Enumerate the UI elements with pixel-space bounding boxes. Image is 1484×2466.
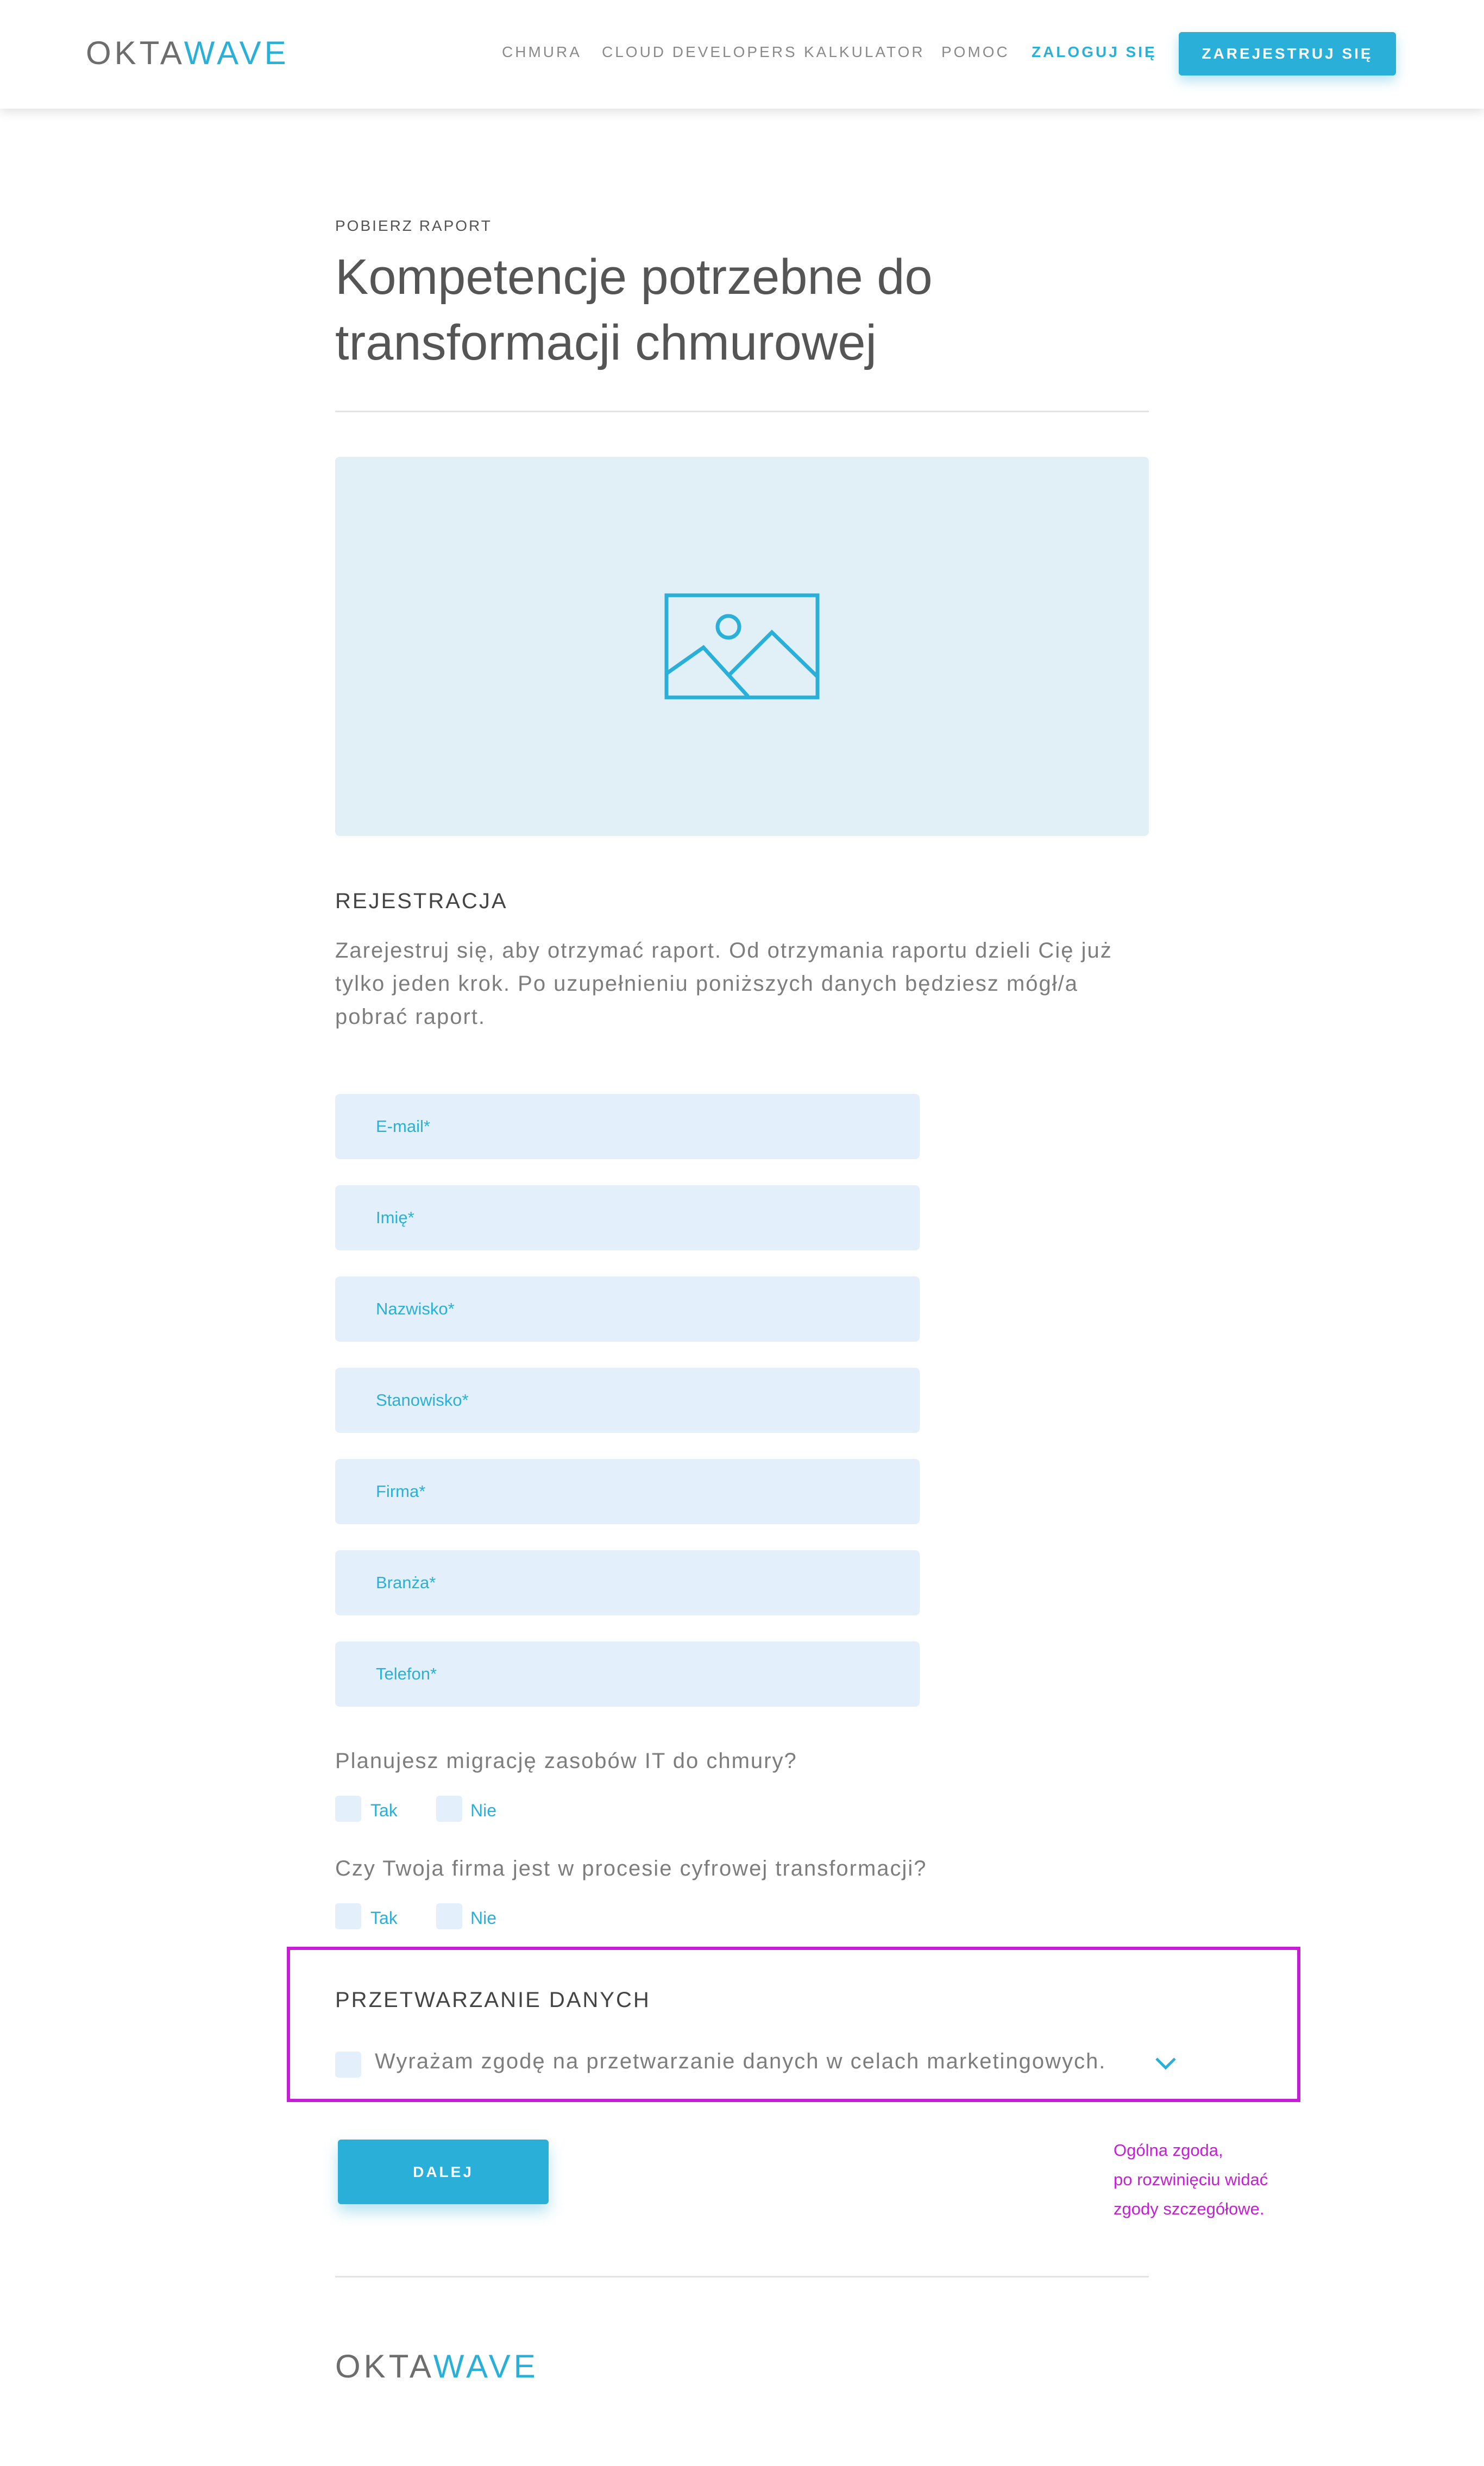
page-title-line1: Kompetencje potrzebne do	[335, 249, 933, 305]
email-field[interactable]	[335, 1094, 920, 1159]
page-title: Kompetencje potrzebne do transformacji c…	[335, 244, 1150, 376]
login-link[interactable]: ZALOGUJ SIĘ	[1032, 43, 1157, 61]
transformation-yes-label[interactable]: Tak	[370, 1908, 398, 1928]
marketing-consent-checkbox[interactable]	[335, 2052, 361, 2078]
logo-okta: OKTA	[86, 35, 184, 71]
footer-logo-wave: WAVE	[433, 2348, 539, 2385]
report-image-placeholder	[335, 457, 1149, 836]
data-processing-heading: PRZETWARZANIE DANYCH	[335, 1988, 651, 2012]
divider-bottom	[335, 2276, 1149, 2278]
phone-field[interactable]	[335, 1641, 920, 1707]
image-placeholder-icon	[664, 593, 820, 700]
register-button[interactable]: ZAREJESTRUJ SIĘ	[1179, 32, 1396, 76]
page-title-line2: transformacji chmurowej	[335, 315, 877, 371]
annotation-line3: zgody szczegółowe.	[1114, 2199, 1265, 2218]
chevron-down-icon[interactable]	[1154, 2056, 1177, 2071]
nav-link-cloud-developers[interactable]: CLOUD DEVELOPERS	[602, 43, 797, 61]
migration-yes-label[interactable]: Tak	[370, 1801, 398, 1821]
company-field[interactable]	[335, 1459, 920, 1524]
nav-link-pomoc[interactable]: POMOC	[941, 43, 1010, 61]
divider-top	[335, 411, 1149, 412]
last-name-field[interactable]	[335, 1276, 920, 1342]
marketing-consent-label[interactable]: Wyrażam zgodę na przetwarzanie danych w …	[375, 2049, 1106, 2074]
lead-line3: pobrać raport.	[335, 1005, 486, 1029]
lead-line2: tylko jeden krok. Po uzupełnieniu poniżs…	[335, 972, 1079, 996]
annotation-note: Ogólna zgoda, po rozwinięciu widać zgody…	[1114, 2136, 1268, 2224]
position-field[interactable]	[335, 1368, 920, 1433]
nav-link-kalkulator[interactable]: KALKULATOR	[804, 43, 925, 61]
annotation-line2: po rozwinięciu widać	[1114, 2170, 1268, 2189]
first-name-field[interactable]	[335, 1185, 920, 1250]
top-navbar: OKTAWAVE CHMURA CLOUD DEVELOPERS KALKULA…	[0, 0, 1484, 109]
migration-no-label[interactable]: Nie	[470, 1801, 496, 1821]
transformation-yes-checkbox[interactable]	[335, 1903, 361, 1929]
next-button[interactable]: DALEJ	[338, 2140, 549, 2204]
annotation-highlight-box	[287, 1947, 1300, 2102]
question-transformation: Czy Twoja firma jest w procesie cyfrowej…	[335, 1857, 927, 1880]
registration-heading: REJESTRACJA	[335, 889, 508, 913]
footer-logo[interactable]: OKTAWAVE	[335, 2348, 539, 2385]
registration-lead: Zarejestruj się, aby otrzymać raport. Od…	[335, 934, 1161, 1034]
oktawave-logo[interactable]: OKTAWAVE	[86, 34, 290, 72]
logo-wave: WAVE	[184, 35, 290, 71]
migration-yes-checkbox[interactable]	[335, 1796, 361, 1822]
transformation-no-label[interactable]: Nie	[470, 1908, 496, 1928]
lead-line1: Zarejestruj się, aby otrzymać raport. Od…	[335, 939, 1112, 963]
industry-field[interactable]	[335, 1550, 920, 1615]
nav-link-chmura[interactable]: CHMURA	[502, 43, 582, 61]
footer-logo-okta: OKTA	[335, 2348, 433, 2385]
annotation-line1: Ogólna zgoda,	[1114, 2141, 1223, 2160]
transformation-no-checkbox[interactable]	[436, 1903, 462, 1929]
eyebrow-label: POBIERZ RAPORT	[335, 217, 492, 234]
migration-no-checkbox[interactable]	[436, 1796, 462, 1822]
question-migration: Planujesz migrację zasobów IT do chmury?	[335, 1749, 797, 1773]
